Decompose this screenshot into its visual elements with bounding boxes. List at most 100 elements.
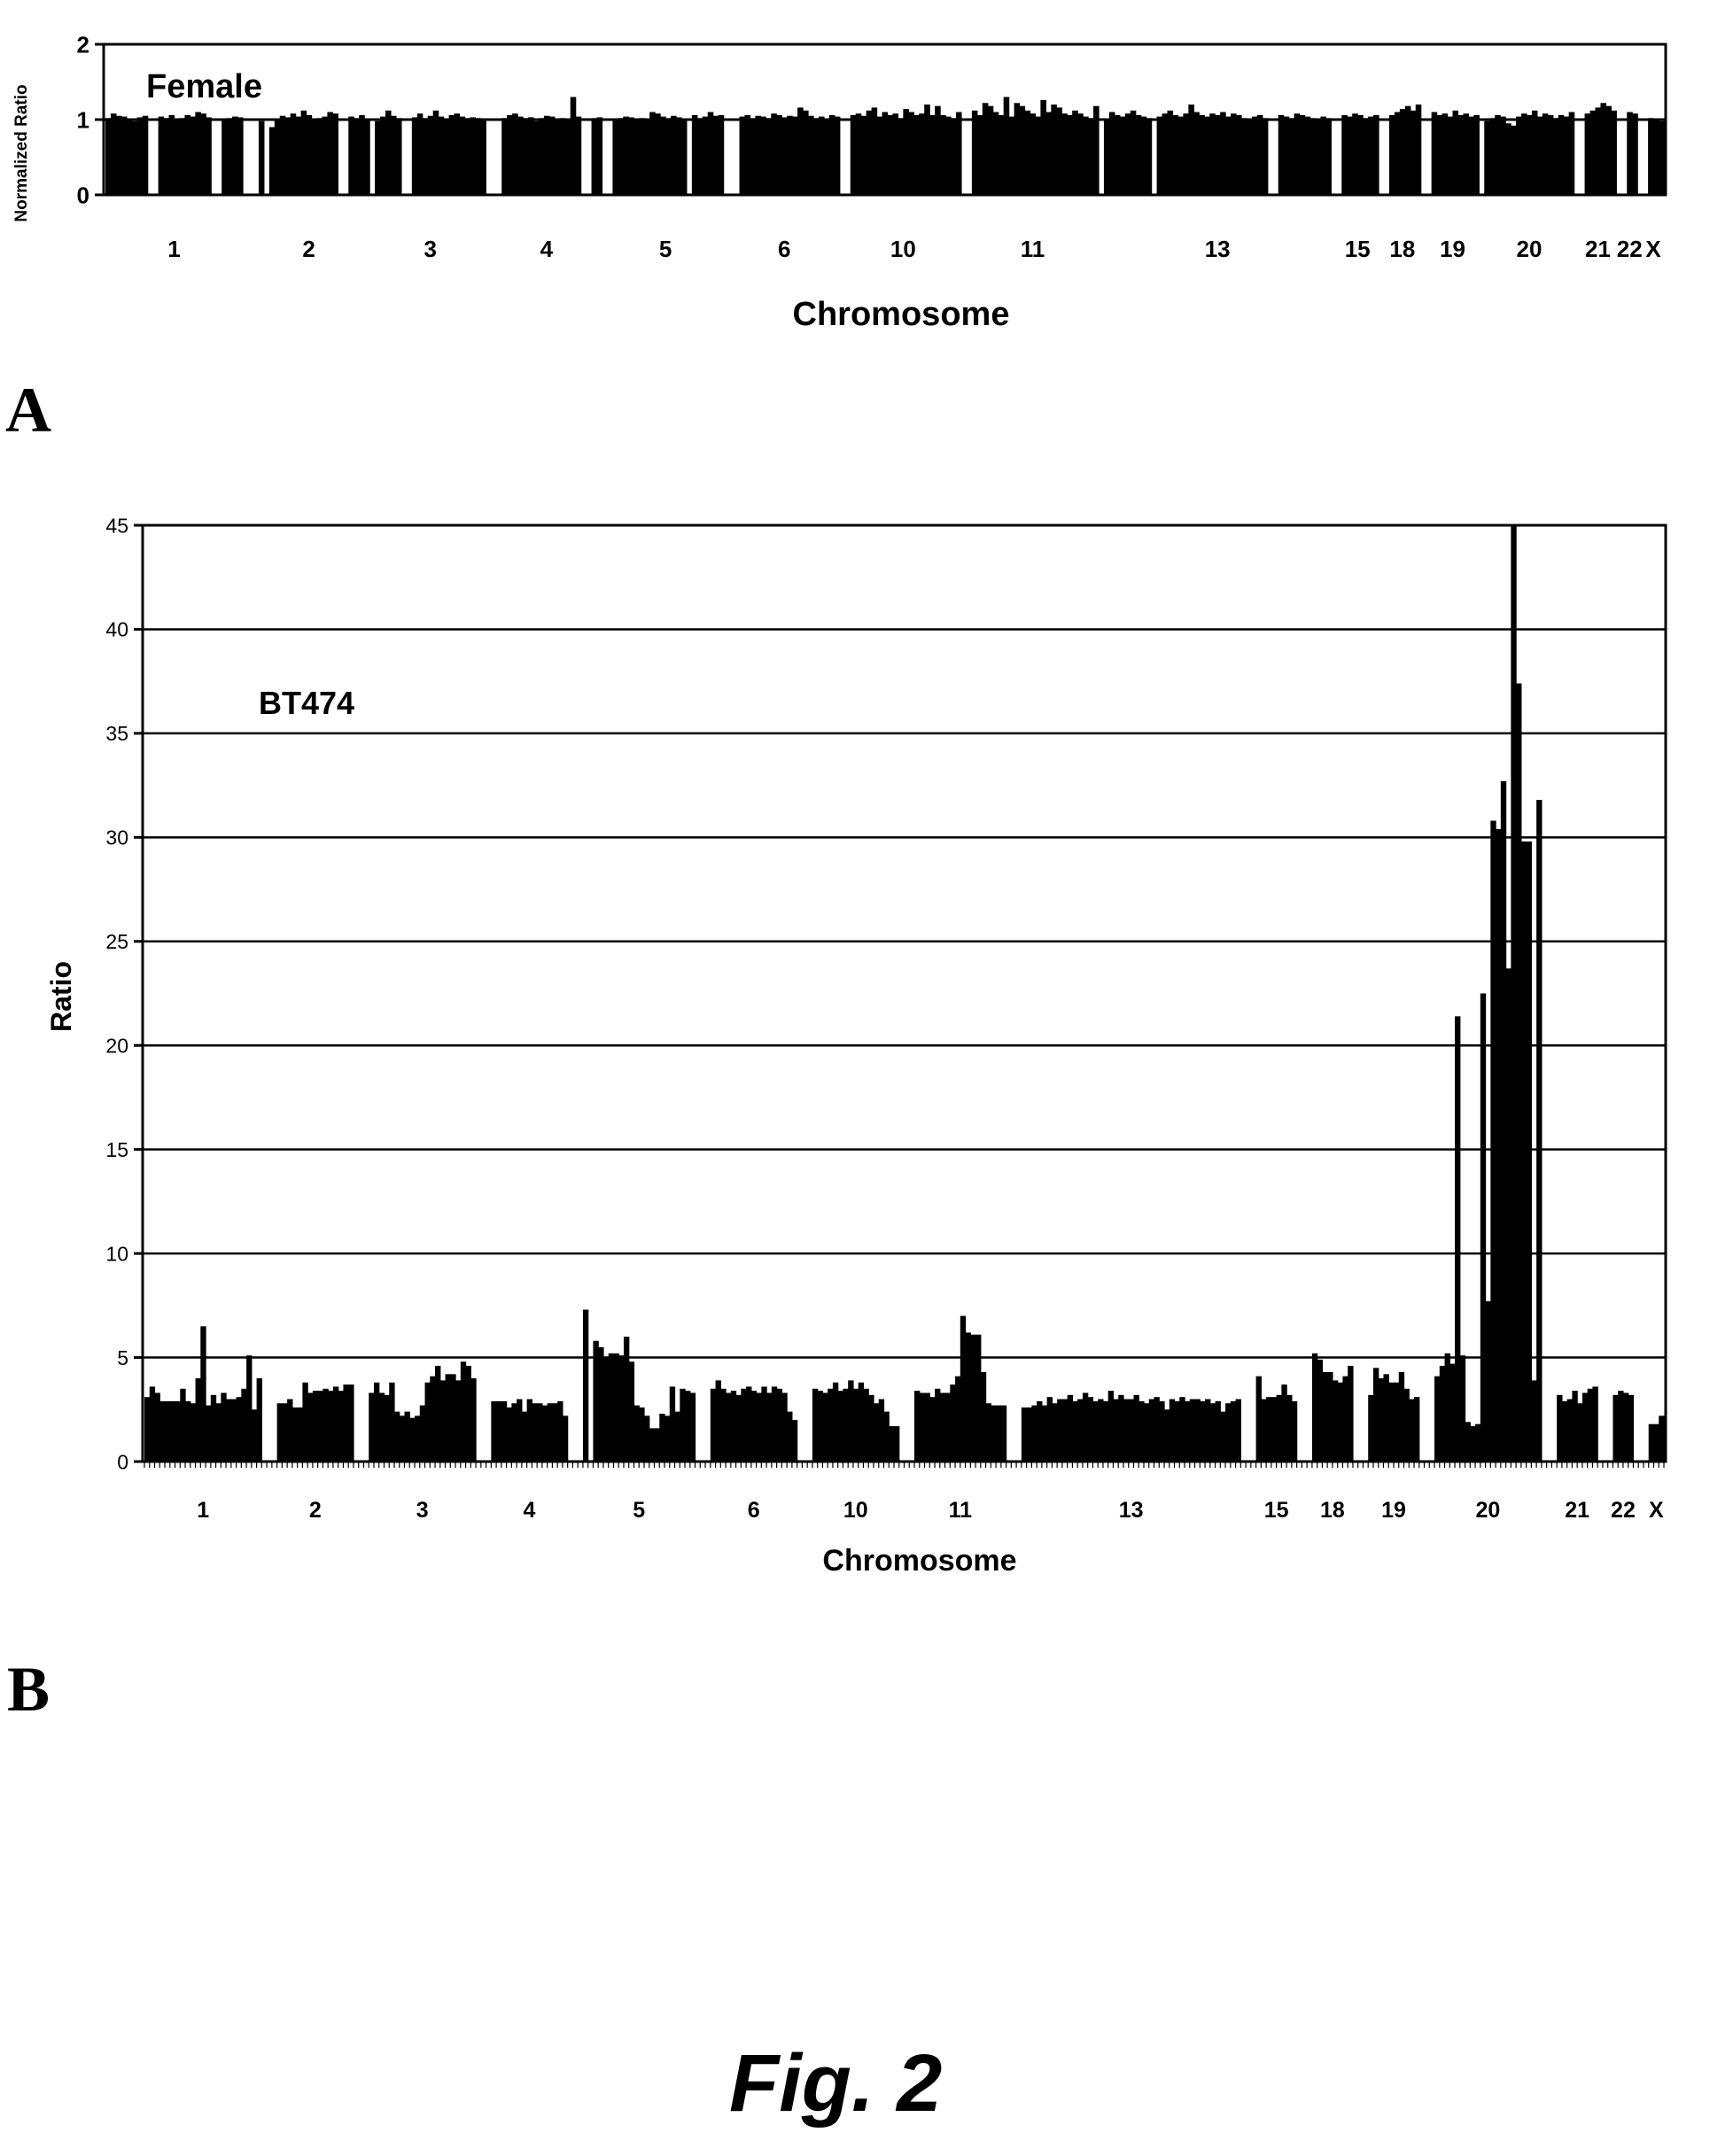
bar xyxy=(1378,1378,1385,1462)
bar xyxy=(1087,1397,1094,1462)
bar xyxy=(1220,1411,1226,1462)
bar xyxy=(332,113,338,195)
bar xyxy=(1278,114,1285,195)
bar xyxy=(756,1392,762,1462)
bar xyxy=(1204,116,1210,195)
bar xyxy=(1393,1382,1400,1462)
bar xyxy=(422,118,429,195)
bar xyxy=(496,1400,502,1462)
bar xyxy=(1037,1400,1043,1462)
bar xyxy=(470,117,476,195)
bar xyxy=(1177,116,1184,195)
bar xyxy=(1372,1368,1379,1462)
bar xyxy=(660,116,666,195)
bar xyxy=(1531,110,1538,195)
bar xyxy=(1505,123,1512,195)
bar xyxy=(618,118,624,195)
figure-caption: Fig. 2 xyxy=(729,2038,943,2129)
bar xyxy=(868,1394,874,1462)
bar xyxy=(1159,1400,1165,1462)
bar xyxy=(443,120,450,195)
bar xyxy=(450,1374,456,1462)
bar xyxy=(975,1334,982,1462)
x-tick-label: 11 xyxy=(1021,236,1045,262)
x-tick-label: 1 xyxy=(167,236,180,262)
bar xyxy=(1409,1399,1415,1462)
y-ticks: 0 5 10 15 20 25 30 35 40 45 xyxy=(105,514,143,1473)
bar xyxy=(776,114,782,195)
bar xyxy=(1337,1382,1344,1462)
bar xyxy=(190,1403,197,1462)
chart-female: 0 1 2 1 2 3 4 5 6 10 11 13 15 18 19 20 21 22 X Female Nor… xyxy=(12,31,1667,333)
bar xyxy=(475,118,481,195)
bar xyxy=(1146,118,1153,195)
y-axis-label: Normalized Ratio xyxy=(12,84,31,221)
bar xyxy=(1542,113,1549,195)
bar xyxy=(940,114,946,195)
bar xyxy=(1470,1426,1476,1462)
bar xyxy=(1266,1397,1272,1462)
bar xyxy=(765,118,772,195)
bar xyxy=(1031,1405,1037,1462)
bar xyxy=(564,120,571,195)
bar xyxy=(390,115,397,195)
bar xyxy=(1057,1399,1063,1462)
x-tick-label: 1 xyxy=(197,1498,209,1523)
y-tick-label: 0 xyxy=(117,1450,128,1473)
bar xyxy=(1592,1386,1598,1462)
bar xyxy=(781,117,788,195)
bar xyxy=(1021,1407,1028,1462)
bar xyxy=(165,1400,171,1462)
bar xyxy=(206,1405,212,1462)
bar xyxy=(1052,1403,1058,1462)
bar xyxy=(669,1386,676,1462)
bar xyxy=(1098,1399,1104,1462)
bar xyxy=(1082,1392,1089,1462)
bar xyxy=(384,1394,390,1462)
bar xyxy=(1083,116,1089,195)
bar xyxy=(707,112,714,195)
bar xyxy=(1547,114,1554,195)
bar xyxy=(1577,1403,1583,1462)
bar xyxy=(547,1403,554,1462)
bar xyxy=(876,116,883,195)
bar xyxy=(142,115,149,195)
bar xyxy=(1627,112,1633,195)
bar xyxy=(850,114,857,195)
bar xyxy=(1271,1397,1278,1462)
bar xyxy=(665,118,672,195)
x-tick-label: 18 xyxy=(1389,236,1415,262)
bar xyxy=(882,112,889,195)
bar xyxy=(369,1392,375,1462)
bar xyxy=(241,1388,247,1462)
bar xyxy=(291,1407,299,1462)
bar xyxy=(828,1388,834,1462)
bar xyxy=(1653,1423,1659,1462)
bar xyxy=(1179,1397,1185,1462)
bar xyxy=(307,1392,314,1462)
bar xyxy=(1536,116,1543,195)
bar xyxy=(354,118,360,195)
bar xyxy=(1536,800,1543,1462)
bar xyxy=(858,1382,865,1462)
gridlines xyxy=(143,523,1666,1463)
bar xyxy=(892,113,899,195)
bar xyxy=(562,1415,569,1462)
bar xyxy=(149,1386,156,1462)
bar xyxy=(159,1400,166,1462)
bar xyxy=(1148,1399,1155,1462)
bar xyxy=(823,120,830,195)
bar xyxy=(163,118,170,195)
bar xyxy=(221,1392,227,1462)
bar xyxy=(1035,116,1041,195)
bar xyxy=(1119,116,1126,195)
bar xyxy=(1414,1397,1420,1462)
bar xyxy=(898,118,904,195)
bar xyxy=(115,115,122,195)
x-tick-label: 4 xyxy=(540,236,554,262)
bar xyxy=(633,119,640,195)
bar xyxy=(1041,1405,1048,1462)
bar xyxy=(427,115,434,195)
bar xyxy=(680,1388,686,1462)
bar xyxy=(1357,114,1364,195)
